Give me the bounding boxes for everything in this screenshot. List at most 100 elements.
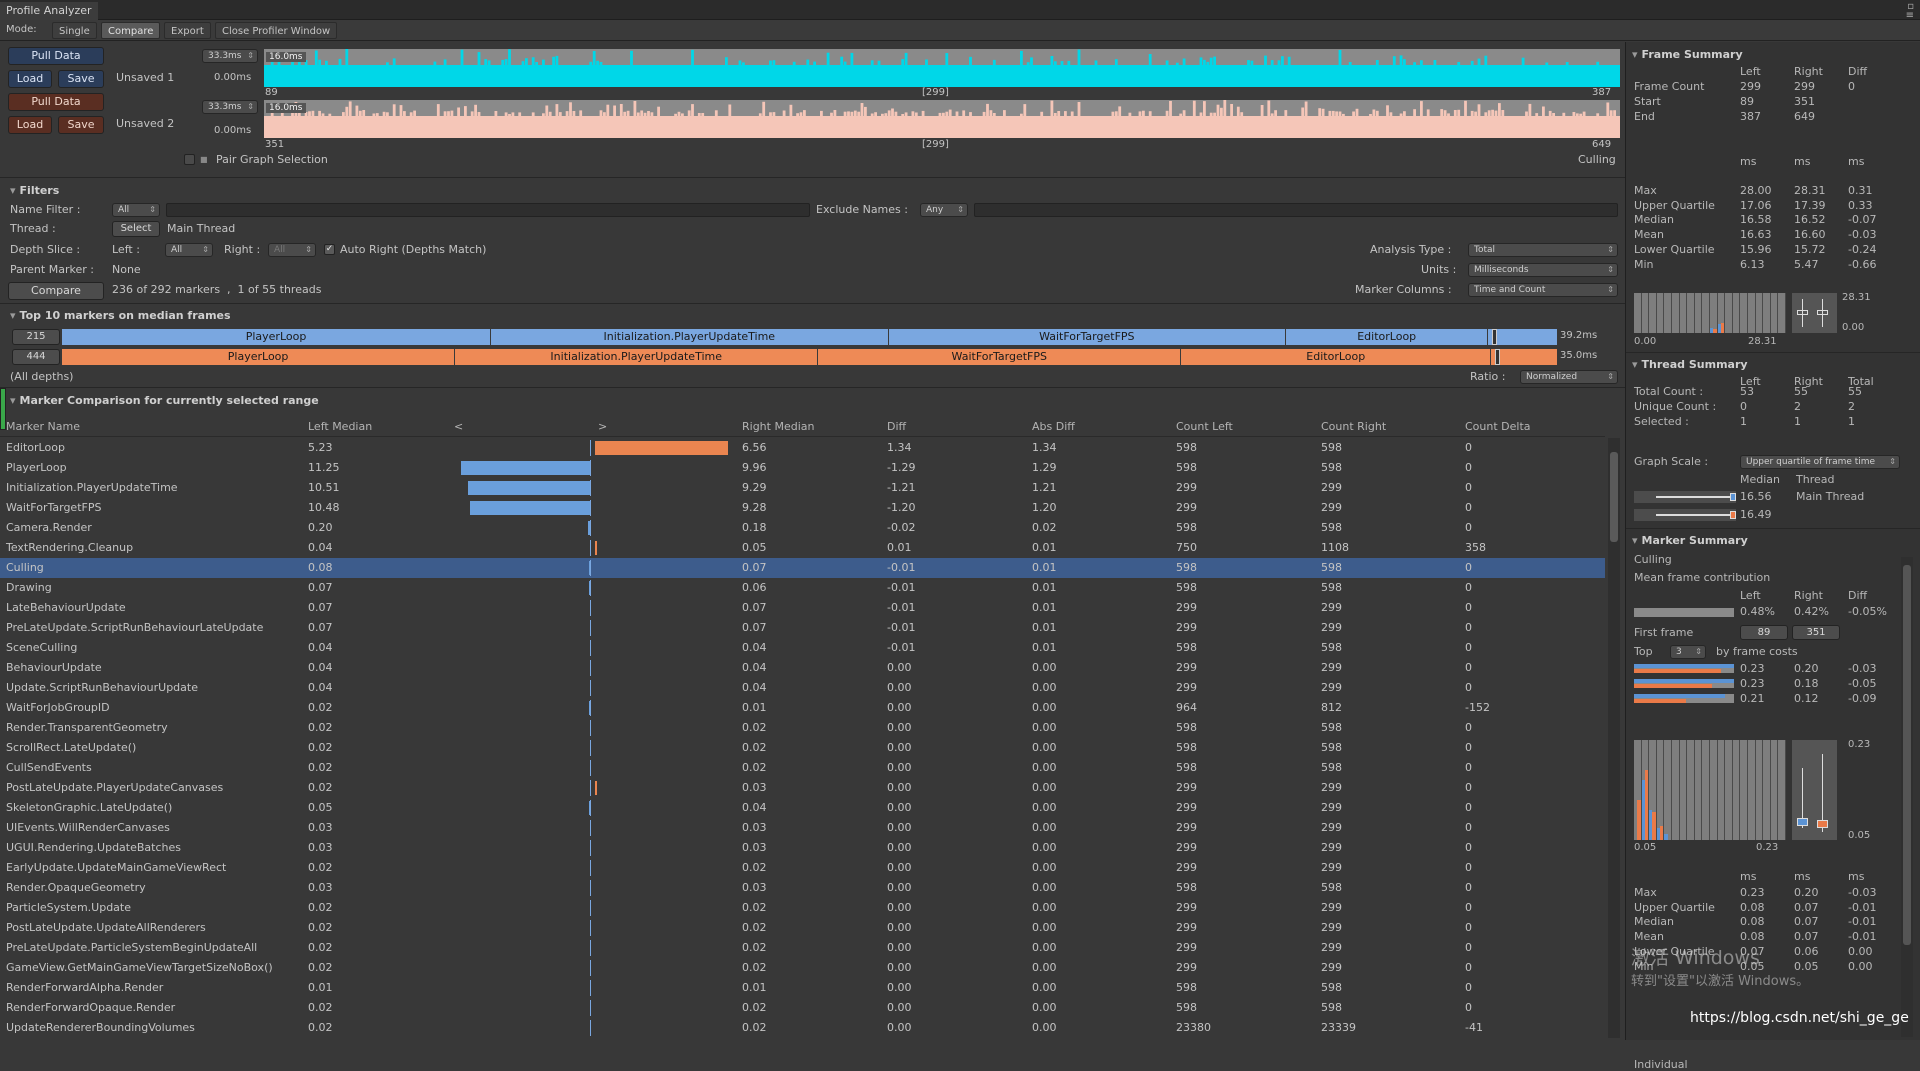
frame-summary-header[interactable]: Frame Summary xyxy=(1632,48,1743,61)
top-marker-segment[interactable]: EditorLoop xyxy=(1181,349,1492,365)
col-diff[interactable]: Diff xyxy=(887,418,906,436)
table-row[interactable]: WaitForJobGroupID 0.02 0.01 0.00 0.00 964 812 -… xyxy=(0,698,1605,718)
table-row[interactable]: CullSendEvents 0.02 0.02 0.00 0.00 598 598 0 xyxy=(0,758,1605,778)
right-median-frame-button[interactable]: 444 xyxy=(12,349,60,365)
table-row[interactable]: Initialization.PlayerUpdateTime 10.51 9.29… xyxy=(0,478,1605,498)
load-right-button[interactable]: Load xyxy=(8,116,52,134)
table-row[interactable]: PreLateUpdate.ParticleSystemBeginUpdateA… xyxy=(0,938,1605,958)
pull-data-left-button[interactable]: Pull Data xyxy=(8,47,104,65)
col-left-median[interactable]: Left Median xyxy=(308,418,372,436)
col-count-delta[interactable]: Count Delta xyxy=(1465,418,1531,436)
table-row[interactable]: UpdateRendererBoundingVolumes 0.02 0.02 0.0… xyxy=(0,1018,1605,1038)
table-row[interactable]: Render.OpaqueGeometry 0.03 0.03 0.00 0.00 598… xyxy=(0,878,1605,898)
table-row[interactable]: RenderForwardOpaque.Render 0.02 0.02 0.00 0.… xyxy=(0,998,1605,1018)
table-row[interactable]: ScrollRect.LateUpdate() 0.02 0.02 0.00 0.00 5… xyxy=(0,738,1605,758)
window-menu-icon[interactable]: ▫ ≡ xyxy=(1906,2,1914,21)
col-right-median[interactable]: Right Median xyxy=(742,418,814,436)
table-row[interactable]: UIEvents.WillRenderCanvases 0.03 0.03 0.00 0… xyxy=(0,818,1605,838)
pull-data-right-button[interactable]: Pull Data xyxy=(8,93,104,111)
table-scrollbar-thumb[interactable] xyxy=(1610,452,1618,542)
marker-columns-dropdown[interactable]: Time and Count xyxy=(1468,283,1618,297)
exclude-names-input[interactable] xyxy=(974,203,1618,217)
top-frame-bar[interactable] xyxy=(1634,664,1734,673)
right-scale-dropdown[interactable]: 33.3ms xyxy=(202,100,258,114)
top10-header[interactable]: Top 10 markers on median frames xyxy=(10,309,231,322)
frame-boxplot[interactable] xyxy=(1792,293,1837,333)
table-row[interactable]: PreLateUpdate.ScriptRunBehaviourLateUpda… xyxy=(0,618,1605,638)
auto-right-checkbox[interactable]: ✓ xyxy=(324,244,335,255)
analysis-type-dropdown[interactable]: Total xyxy=(1468,243,1618,257)
summary-scrollbar[interactable] xyxy=(1901,557,1913,1037)
name-filter-dropdown[interactable]: All xyxy=(112,203,160,217)
depth-right-dropdown[interactable]: All xyxy=(268,243,316,257)
top-marker-segment[interactable]: Initialization.PlayerUpdateTime xyxy=(491,329,889,345)
table-row[interactable]: SkeletonGraphic.LateUpdate() 0.05 0.04 0.00… xyxy=(0,798,1605,818)
marker-boxplot[interactable] xyxy=(1792,740,1837,840)
frame-histogram[interactable] xyxy=(1634,293,1786,333)
table-row[interactable]: SceneCulling 0.04 0.04 -0.01 0.01 598 598 0 xyxy=(0,638,1605,658)
table-row[interactable]: PostLateUpdate.UpdateAllRenderers 0.02 0.0… xyxy=(0,918,1605,938)
table-row[interactable]: Render.TransparentGeometry 0.02 0.02 0.00 0.… xyxy=(0,718,1605,738)
marker-summary-header[interactable]: Marker Summary xyxy=(1632,534,1748,547)
table-row[interactable]: UGUI.Rendering.UpdateBatches 0.03 0.03 0.00… xyxy=(0,838,1605,858)
depth-left-dropdown[interactable]: All xyxy=(165,243,213,257)
left-median-frame-button[interactable]: 215 xyxy=(12,329,60,345)
table-row[interactable]: LateBehaviourUpdate 0.07 0.07 -0.01 0.01 299 2… xyxy=(0,598,1605,618)
table-row[interactable]: RenderForwardAlpha.Render 0.01 0.01 0.00 0.0… xyxy=(0,978,1605,998)
thread-summary-header[interactable]: Thread Summary xyxy=(1632,358,1748,371)
compare-button[interactable]: Compare xyxy=(8,282,104,300)
table-row[interactable]: BehaviourUpdate 0.04 0.04 0.00 0.00 299 299 0 xyxy=(0,658,1605,678)
left-frame-time-graph[interactable]: 16.0ms xyxy=(264,49,1620,87)
table-row[interactable]: EarlyUpdate.UpdateMainGameViewRect 0.02 0.… xyxy=(0,858,1605,878)
mode-single-tab[interactable]: Single xyxy=(52,22,97,39)
marker-histogram[interactable] xyxy=(1634,740,1786,840)
col-count-right[interactable]: Count Right xyxy=(1321,418,1386,436)
ratio-dropdown[interactable]: Normalized xyxy=(1520,370,1618,384)
table-row[interactable]: Update.ScriptRunBehaviourUpdate 0.04 0.04 0… xyxy=(0,678,1605,698)
graph-scale-dropdown[interactable]: Upper quartile of frame time xyxy=(1740,455,1900,469)
top-marker-segment[interactable]: WaitForTargetFPS xyxy=(888,329,1287,345)
table-row[interactable]: PlayerLoop 11.25 9.96 -1.29 1.29 598 598 0 xyxy=(0,458,1605,478)
first-frame-right-button[interactable]: 351 xyxy=(1792,625,1840,640)
save-left-button[interactable]: Save xyxy=(58,70,104,88)
summary-scrollbar-thumb[interactable] xyxy=(1903,565,1911,945)
mode-compare-tab[interactable]: Compare xyxy=(101,22,161,39)
top-count-dropdown[interactable]: 3 xyxy=(1670,645,1706,659)
top-marker-segment[interactable]: PlayerLoop xyxy=(62,349,456,365)
top-frame-bar[interactable] xyxy=(1634,679,1734,688)
filters-header[interactable]: Filters xyxy=(10,184,60,197)
table-row[interactable]: EditorLoop 5.23 6.56 1.34 1.34 598 598 0 xyxy=(0,438,1605,458)
col-marker-name[interactable]: Marker Name xyxy=(6,418,80,436)
top-frame-bar[interactable] xyxy=(1634,694,1734,703)
col-left-bar[interactable]: < xyxy=(454,418,463,436)
table-scrollbar[interactable] xyxy=(1608,438,1620,1038)
pair-graph-checkbox[interactable] xyxy=(184,154,195,165)
export-button[interactable]: Export xyxy=(164,22,211,39)
col-count-left[interactable]: Count Left xyxy=(1176,418,1233,436)
table-row[interactable]: GameView.GetMainGameViewTargetSizeNoBox(… xyxy=(0,958,1605,978)
top-marker-segment[interactable]: WaitForTargetFPS xyxy=(818,349,1182,365)
top-marker-segment[interactable]: Initialization.PlayerUpdateTime xyxy=(455,349,819,365)
table-row[interactable]: PostLateUpdate.PlayerUpdateCanvases 0.02 0… xyxy=(0,778,1605,798)
exclude-names-dropdown[interactable]: Any xyxy=(920,203,968,217)
name-filter-input[interactable] xyxy=(166,203,810,217)
table-row[interactable]: ParticleSystem.Update 0.02 0.02 0.00 0.00 299… xyxy=(0,898,1605,918)
thread-select-button[interactable]: Select xyxy=(112,221,160,237)
col-right-bar[interactable]: > xyxy=(598,418,607,436)
units-dropdown[interactable]: Milliseconds xyxy=(1468,263,1618,277)
col-abs-diff[interactable]: Abs Diff xyxy=(1032,418,1075,436)
top-marker-segment[interactable]: PlayerLoop xyxy=(62,329,492,345)
first-frame-left-button[interactable]: 89 xyxy=(1740,625,1788,640)
table-row[interactable]: Culling 0.08 0.07 -0.01 0.01 598 598 0 xyxy=(0,558,1605,578)
table-row[interactable]: Camera.Render 0.20 0.18 -0.02 0.02 598 598 0 xyxy=(0,518,1605,538)
window-title-tab[interactable]: Profile Analyzer xyxy=(0,2,98,20)
save-right-button[interactable]: Save xyxy=(58,116,104,134)
table-row[interactable]: Drawing 0.07 0.06 -0.01 0.01 598 598 0 xyxy=(0,578,1605,598)
close-profiler-window-button[interactable]: Close Profiler Window xyxy=(215,22,338,39)
table-row[interactable]: WaitForTargetFPS 10.48 9.28 -1.20 1.20 299 299… xyxy=(0,498,1605,518)
left-scale-dropdown[interactable]: 33.3ms xyxy=(202,49,258,63)
comparison-header[interactable]: Marker Comparison for currently selected… xyxy=(10,394,319,407)
table-row[interactable]: TextRendering.Cleanup 0.04 0.05 0.01 0.01 750… xyxy=(0,538,1605,558)
right-frame-time-graph[interactable]: 16.0ms xyxy=(264,100,1620,138)
top-marker-segment[interactable]: EditorLoop xyxy=(1286,329,1489,345)
